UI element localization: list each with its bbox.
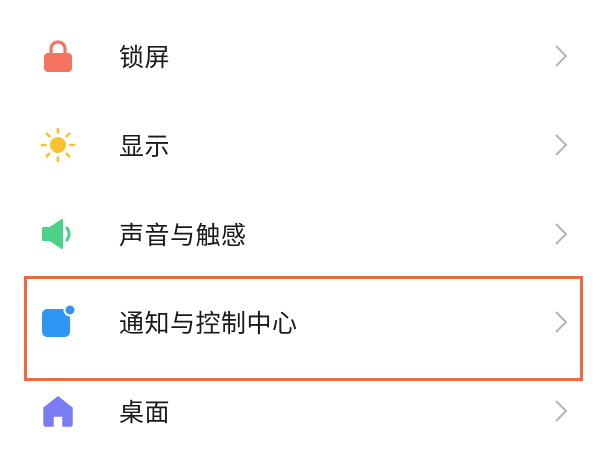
home-icon [40,393,76,429]
settings-item-desktop[interactable]: 桌面 [0,366,600,450]
settings-item-label: 锁屏 [119,43,171,72]
settings-item-label: 声音与触感 [119,221,247,250]
settings-item-notifications-control-center[interactable]: 通知与控制中心 [0,277,600,367]
notification-icon [40,304,76,340]
chevron-right-icon [553,310,569,334]
lock-icon [40,38,76,74]
chevron-right-icon [553,133,569,157]
chevron-right-icon [553,44,569,68]
settings-item-label: 桌面 [119,398,171,427]
settings-item-label: 显示 [119,132,171,161]
chevron-right-icon [553,222,569,246]
settings-item-lock-screen[interactable]: 锁屏 [0,11,600,101]
settings-item-sound-haptics[interactable]: 声音与触感 [0,189,600,279]
speaker-icon [40,216,76,252]
settings-item-display[interactable]: 显示 [0,100,600,190]
sun-icon [40,127,76,163]
chevron-right-icon [553,399,569,423]
settings-list: 锁屏 显示 声音与触感 通知与控制中心 桌面 [0,0,600,450]
settings-item-label: 通知与控制中心 [119,309,298,338]
